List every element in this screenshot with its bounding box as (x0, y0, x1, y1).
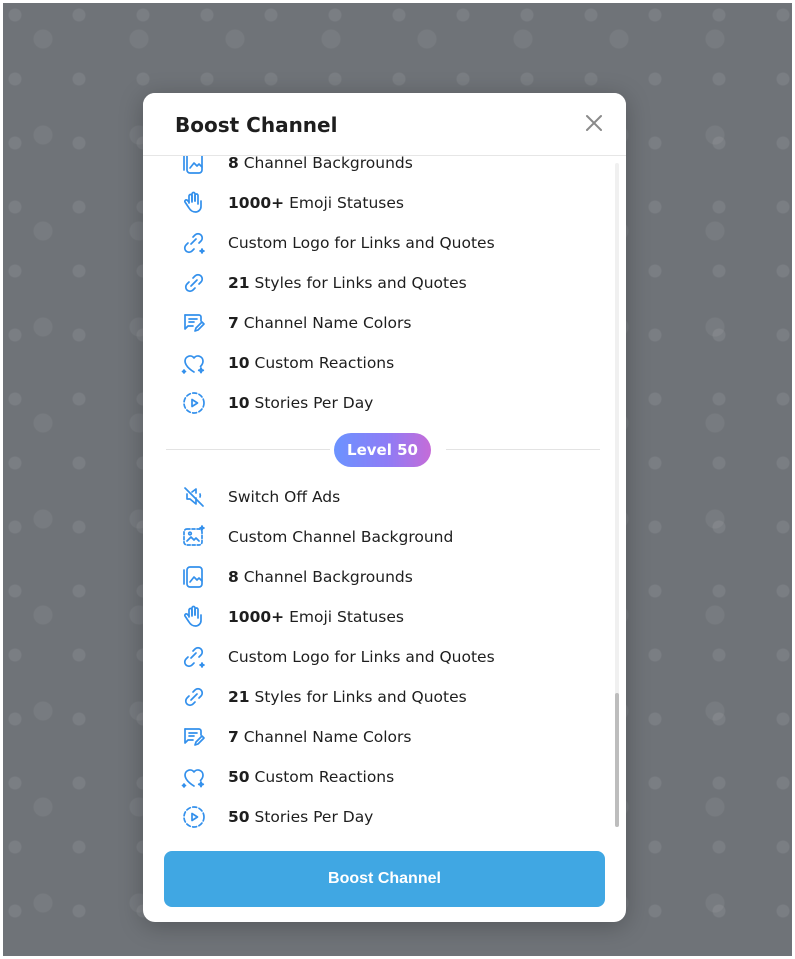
feature-label: 21 Styles for Links and Quotes (228, 688, 467, 706)
feature-label: Switch Off Ads (228, 488, 340, 506)
feature-count: 8 (228, 156, 239, 172)
wallpapers-icon (181, 564, 207, 590)
scrollbar-thumb[interactable] (615, 693, 619, 827)
feature-count: 1000+ (228, 194, 285, 212)
feature-text: Custom Reactions (249, 768, 395, 786)
feature-label: 8 Channel Backgrounds (228, 568, 413, 586)
feature-label: 10 Stories Per Day (228, 394, 373, 412)
feature-count: 10 (228, 354, 250, 372)
feature-item: 50 Stories Per Day (143, 797, 626, 830)
feature-text: Custom Logo for Links and Quotes (228, 234, 495, 252)
boost-channel-dialog: Boost Channel 8 Channel Backgrounds 1000+… (143, 93, 626, 922)
feature-text: Switch Off Ads (228, 488, 341, 506)
feature-count: 7 (228, 728, 239, 746)
feature-text: Channel Backgrounds (238, 568, 413, 586)
link-sparkle-icon (181, 644, 207, 670)
feature-text: Styles for Links and Quotes (249, 274, 467, 292)
feature-count: 8 (228, 568, 239, 586)
feature-item: Switch Off Ads (143, 477, 626, 517)
features-scroll-area[interactable]: 8 Channel Backgrounds 1000+ Emoji Statuse… (143, 156, 626, 830)
feature-label: Custom Logo for Links and Quotes (228, 648, 495, 666)
feature-label: Custom Logo for Links and Quotes (228, 234, 495, 252)
boost-channel-button[interactable]: Boost Channel (164, 851, 605, 907)
link-icon (181, 270, 207, 296)
feature-item: 7 Channel Name Colors (143, 303, 626, 343)
scrollbar[interactable] (615, 163, 619, 827)
link-sparkle-icon (181, 230, 207, 256)
feature-item: Custom Logo for Links and Quotes (143, 637, 626, 677)
feature-label: 7 Channel Name Colors (228, 728, 411, 746)
custom-background-icon (181, 524, 207, 550)
feature-label: 50 Stories Per Day (228, 808, 373, 826)
feature-count: 1000+ (228, 608, 285, 626)
feature-count: 50 (228, 768, 250, 786)
feature-item: 10 Custom Reactions (143, 343, 626, 383)
level-50-features-list: Switch Off Ads Custom Channel Background 8… (143, 477, 626, 830)
feature-label: 50 Custom Reactions (228, 768, 394, 786)
stories-icon (181, 804, 207, 830)
feature-text: Stories Per Day (249, 394, 374, 412)
name-colors-icon (181, 310, 207, 336)
feature-text: Channel Name Colors (238, 728, 412, 746)
dialog-title: Boost Channel (175, 113, 338, 137)
feature-item: 7 Channel Name Colors (143, 717, 626, 757)
feature-text: Custom Reactions (249, 354, 395, 372)
stories-icon (181, 390, 207, 416)
level-badge: Level 50 (334, 433, 431, 467)
hand-wave-icon (181, 190, 207, 216)
feature-text: Emoji Statuses (284, 608, 404, 626)
feature-item: 50 Custom Reactions (143, 757, 626, 797)
feature-count: 50 (228, 808, 250, 826)
level-divider: Level 50 (143, 423, 626, 477)
wallpapers-icon (181, 156, 207, 176)
name-colors-icon (181, 724, 207, 750)
feature-text: Custom Channel Background (228, 528, 454, 546)
feature-count: 21 (228, 688, 250, 706)
feature-text: Styles for Links and Quotes (249, 688, 467, 706)
feature-item: 1000+ Emoji Statuses (143, 597, 626, 637)
link-icon (181, 684, 207, 710)
feature-count: 7 (228, 314, 239, 332)
feature-item: 8 Channel Backgrounds (143, 156, 626, 183)
feature-item: 8 Channel Backgrounds (143, 557, 626, 597)
feature-label: 7 Channel Name Colors (228, 314, 411, 332)
feature-text: Emoji Statuses (284, 194, 404, 212)
feature-item: Custom Logo for Links and Quotes (143, 223, 626, 263)
feature-item: Custom Channel Background (143, 517, 626, 557)
close-icon (586, 115, 602, 131)
dialog-header: Boost Channel (143, 93, 626, 156)
feature-item: 21 Styles for Links and Quotes (143, 677, 626, 717)
feature-count: 21 (228, 274, 250, 292)
close-button[interactable] (582, 111, 606, 135)
feature-label: 1000+ Emoji Statuses (228, 194, 404, 212)
feature-text: Stories Per Day (249, 808, 374, 826)
feature-text: Channel Backgrounds (238, 156, 413, 172)
feature-count: 10 (228, 394, 250, 412)
heart-sparkle-icon (181, 350, 207, 376)
feature-label: 8 Channel Backgrounds (228, 156, 413, 172)
feature-label: 1000+ Emoji Statuses (228, 608, 404, 626)
feature-text: Channel Name Colors (238, 314, 412, 332)
divider-line-right (446, 449, 600, 450)
feature-item: 10 Stories Per Day (143, 383, 626, 423)
feature-item: 21 Styles for Links and Quotes (143, 263, 626, 303)
feature-label: Custom Channel Background (228, 528, 453, 546)
ads-off-icon (181, 484, 207, 510)
feature-item: 1000+ Emoji Statuses (143, 183, 626, 223)
feature-text: Custom Logo for Links and Quotes (228, 648, 495, 666)
heart-sparkle-icon (181, 764, 207, 790)
level-features-list: 8 Channel Backgrounds 1000+ Emoji Statuse… (143, 156, 626, 423)
divider-line-left (166, 449, 330, 450)
feature-label: 10 Custom Reactions (228, 354, 394, 372)
hand-wave-icon (181, 604, 207, 630)
feature-label: 21 Styles for Links and Quotes (228, 274, 467, 292)
